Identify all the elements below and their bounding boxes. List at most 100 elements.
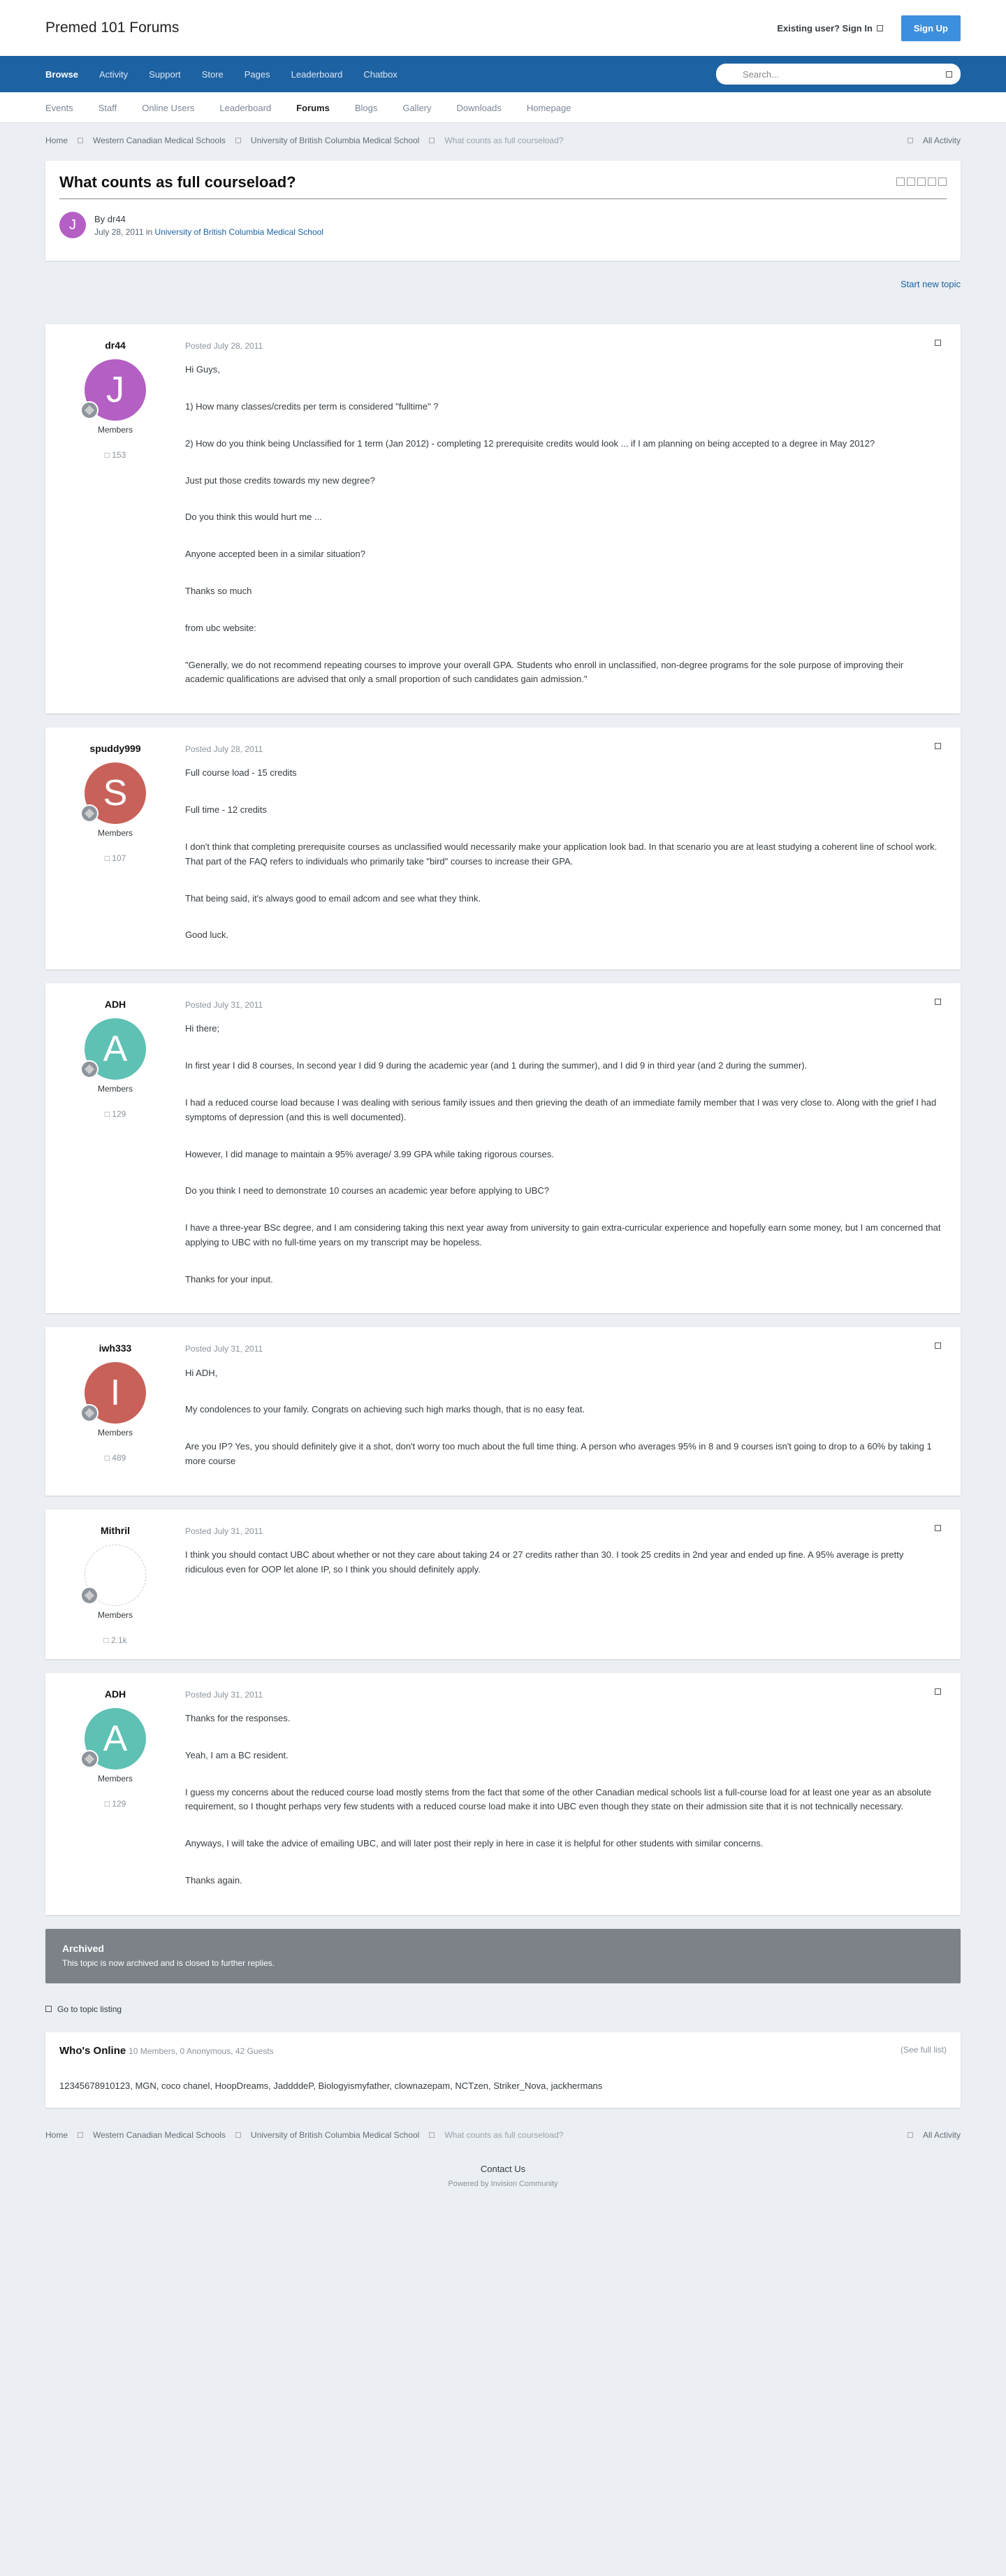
post: spuddy999 S Members □ 107 Posted July 28… [45,728,961,970]
post-text: My condolences to your family. Congrats … [185,1404,585,1415]
breadcrumb-home[interactable]: Home [45,2130,68,2140]
post-count: □ 107 [104,853,126,864]
topic-forum-link[interactable]: University of British Columbia Medical S… [155,227,323,237]
share-icon[interactable] [935,999,941,1006]
nav-leaderboard[interactable]: Leaderboard [291,69,343,80]
post-author-name[interactable]: ADH [45,999,185,1010]
member-group: Members [97,425,133,435]
rating-stars[interactable] [896,173,947,191]
subnav-forums[interactable]: Forums [296,103,330,113]
rank-badge-icon [80,401,99,419]
archived-title: Archived [62,1942,104,1954]
nav-support[interactable]: Support [149,69,181,80]
online-user-list[interactable]: 12345678910123, MGN, coco chanel, HoopDr… [59,2078,947,2095]
subnav-leaderboard[interactable]: Leaderboard [219,103,271,113]
site-footer: Contact Us Powered by Invision Community [45,2152,961,2202]
subnav-online-users[interactable]: Online Users [142,103,194,113]
breadcrumb-subforum[interactable]: University of British Columbia Medical S… [251,136,419,145]
star-icon[interactable] [896,178,905,186]
breadcrumb-home[interactable]: Home [45,136,68,145]
share-icon[interactable] [935,1524,941,1531]
post-author-panel: ADH A Members □ 129 [45,999,185,1299]
main-nav: Browse Activity Support Store Pages Lead… [0,56,1006,92]
start-new-topic-button[interactable]: Start new topic [901,279,961,289]
post-text: Full time - 12 credits [185,804,268,816]
post: ADH A Members □ 129 Posted July 31, 2011… [45,983,961,1314]
post: ADH A Members □ 129 Posted July 31, 2011… [45,1672,961,1915]
online-members-count: 10 Members [129,2046,175,2056]
rank-badge-icon [80,1060,99,1079]
breadcrumb-forum[interactable]: Western Canadian Medical Schools [93,136,226,145]
post-date: Posted July 31, 2011 [185,1000,263,1011]
nav-browse[interactable]: Browse [45,69,78,80]
topic-author-link[interactable]: dr44 [108,214,126,224]
all-activity-link[interactable]: All Activity [907,136,961,145]
post-author-name[interactable]: dr44 [45,340,185,351]
share-icon[interactable] [935,340,941,346]
see-full-list-link[interactable]: (See full list) [901,2045,947,2057]
post: Mithril Members □ 2.1k Posted July 31, 2… [45,1509,961,1659]
by-label: By [94,213,105,224]
post-date: Posted July 31, 2011 [185,1526,263,1536]
post-text: Thanks again. [185,1875,242,1886]
breadcrumb-current: What counts as full courseload? [444,136,564,145]
go-to-topic-listing-link[interactable]: Go to topic listing [57,2004,122,2014]
subnav-staff[interactable]: Staff [99,103,117,113]
nav-chatbox[interactable]: Chatbox [363,69,397,80]
breadcrumb: Home Western Canadian Medical Schools Un… [45,123,961,158]
sign-up-button[interactable]: Sign Up [901,15,961,41]
subnav-blogs[interactable]: Blogs [355,103,378,113]
chevron-right-icon [429,2132,435,2138]
post-author-name[interactable]: iwh333 [45,1343,185,1354]
breadcrumb-forum[interactable]: Western Canadian Medical Schools [93,2130,226,2140]
post-text: That being said, it's always good to ema… [185,892,481,904]
rank-badge-icon [80,1404,99,1423]
chevron-right-icon [78,2132,84,2138]
post-count: □ 489 [104,1453,126,1463]
subnav-events[interactable]: Events [45,103,73,113]
post-author-panel: iwh333 I Members □ 489 [45,1343,185,1481]
breadcrumb-subforum[interactable]: University of British Columbia Medical S… [251,2130,419,2140]
site-logo[interactable]: Premed 101 Forums [45,20,179,36]
sub-nav: Events Staff Online Users Leaderboard Fo… [0,92,1006,123]
chevron-right-icon [235,2132,241,2138]
contact-us-link[interactable]: Contact Us [481,2164,525,2174]
rss-icon [907,138,913,143]
post-body: Posted July 28, 2011 Full course load - … [185,743,961,955]
post-text: Do you think I need to demonstrate 10 co… [185,1185,550,1196]
post-text: Good luck. [185,929,229,941]
share-icon[interactable] [935,1343,941,1349]
all-activity-label: All Activity [922,136,961,145]
sign-in-link[interactable]: Existing user? Sign In [777,23,883,34]
post-author-name[interactable]: ADH [45,1688,185,1700]
nav-pages[interactable]: Pages [245,69,270,80]
breadcrumb-current: What counts as full courseload? [444,2129,564,2140]
search-input[interactable]: Search... [716,64,961,85]
post-author-name[interactable]: Mithril [45,1525,185,1536]
post-text: I had a reduced course load because I wa… [185,1097,937,1122]
avatar[interactable]: J [59,212,86,238]
star-icon[interactable] [917,178,926,186]
post-count-value: 107 [112,853,126,864]
topic-date: July 28, 2011 [94,226,144,237]
post-text: Full course load - 15 credits [185,767,297,779]
subnav-homepage[interactable]: Homepage [527,103,571,113]
post-author-name[interactable]: spuddy999 [45,743,185,754]
share-icon[interactable] [935,1688,941,1695]
topic-header: What counts as full courseload? J By dr4… [45,161,961,261]
nav-activity[interactable]: Activity [99,69,128,80]
post-text: Do you think this would hurt me ... [185,512,322,523]
subnav-gallery[interactable]: Gallery [402,103,431,113]
star-icon[interactable] [928,178,936,186]
subnav-downloads[interactable]: Downloads [457,103,502,113]
post-text: In first year I did 8 courses, In second… [185,1060,808,1071]
share-icon[interactable] [935,743,941,750]
chevron-right-icon [78,138,84,143]
chevron-right-icon [429,138,435,143]
all-activity-link[interactable]: All Activity [907,2130,961,2140]
nav-store[interactable]: Store [202,69,224,80]
post-text: Thanks for the responses. [185,1713,291,1724]
search-icon[interactable] [946,71,952,78]
star-icon[interactable] [907,178,915,186]
star-icon[interactable] [938,178,947,186]
